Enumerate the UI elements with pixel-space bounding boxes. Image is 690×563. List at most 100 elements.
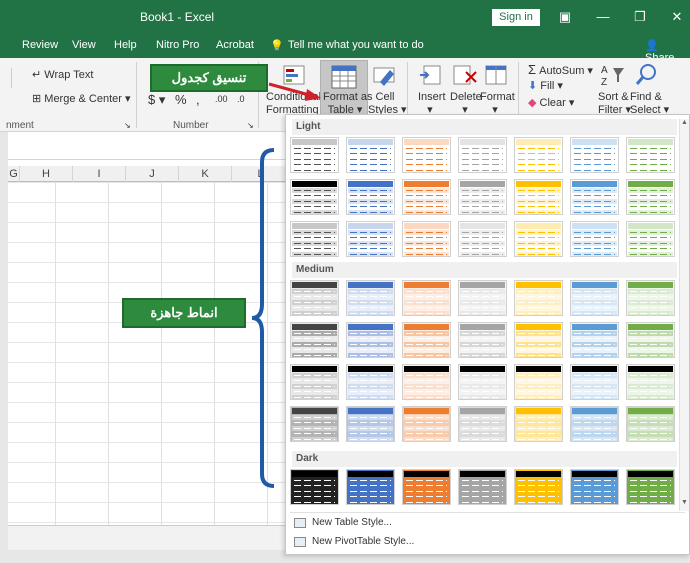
table-style-swatch[interactable] xyxy=(514,137,563,173)
table-style-swatch[interactable] xyxy=(626,364,675,400)
decrease-decimal-button[interactable]: .0 xyxy=(237,94,245,104)
tab-view[interactable]: View xyxy=(72,39,96,51)
table-style-swatch[interactable] xyxy=(458,137,507,173)
wrap-text-button[interactable]: ↵ Wrap Text xyxy=(32,68,93,81)
column-header[interactable]: J xyxy=(126,166,179,182)
table-style-swatch[interactable] xyxy=(626,137,675,173)
table-style-swatch[interactable] xyxy=(290,364,339,400)
table-style-swatch[interactable] xyxy=(458,221,507,257)
table-style-swatch[interactable] xyxy=(290,280,339,316)
table-style-swatch[interactable] xyxy=(514,322,563,358)
tell-me-search[interactable]: Tell me what you want to do xyxy=(288,39,424,51)
table-style-swatch[interactable] xyxy=(626,322,675,358)
table-style-swatch[interactable] xyxy=(570,364,619,400)
table-style-swatch[interactable] xyxy=(346,406,395,442)
sort-filter-button[interactable]: Sort & Filter ▾ xyxy=(598,91,631,116)
table-style-swatch[interactable] xyxy=(570,179,619,215)
table-style-swatch[interactable] xyxy=(402,280,451,316)
format-as-table-button[interactable]: Format as Table ▾ xyxy=(320,60,373,116)
gallery-scrollbar[interactable]: ▲ ▼ xyxy=(679,119,689,511)
percent-button[interactable]: % xyxy=(175,92,187,107)
find-select-button[interactable]: Find & Select ▾ xyxy=(630,91,669,116)
table-style-swatch[interactable] xyxy=(626,469,675,505)
close-icon[interactable]: ✕ xyxy=(668,8,686,26)
table-style-swatch[interactable] xyxy=(402,179,451,215)
new-pivot-style-item[interactable]: New PivotTable Style... xyxy=(294,533,414,551)
table-style-swatch[interactable] xyxy=(570,137,619,173)
table-style-swatch[interactable] xyxy=(402,137,451,173)
ribbon-display-icon[interactable]: ▣ xyxy=(556,8,574,26)
table-style-swatch[interactable] xyxy=(346,280,395,316)
table-style-swatch[interactable] xyxy=(290,221,339,257)
new-table-style-item[interactable]: New Table Style... xyxy=(294,514,392,532)
currency-button[interactable]: $ ▾ xyxy=(148,92,165,108)
table-style-swatch[interactable] xyxy=(346,137,395,173)
table-style-swatch[interactable] xyxy=(514,221,563,257)
insert-button[interactable]: Insert ▾ xyxy=(418,91,446,116)
dialog-launcher-icon[interactable]: ↘ xyxy=(124,121,131,130)
table-style-swatch[interactable] xyxy=(570,406,619,442)
number-dialog-launcher-icon[interactable]: ↘ xyxy=(247,121,254,130)
formula-bar[interactable] xyxy=(8,132,290,160)
table-style-swatch[interactable] xyxy=(570,469,619,505)
table-style-swatch[interactable] xyxy=(514,280,563,316)
comma-button[interactable]: , xyxy=(196,92,200,107)
fill-button[interactable]: ⬇ Fill ▾ xyxy=(528,79,563,92)
table-style-swatch[interactable] xyxy=(290,179,339,215)
increase-decimal-button[interactable]: .00 xyxy=(215,94,228,104)
table-style-swatch[interactable] xyxy=(514,469,563,505)
table-style-swatch[interactable] xyxy=(290,406,339,442)
table-style-swatch[interactable] xyxy=(346,179,395,215)
table-style-swatch[interactable] xyxy=(290,322,339,358)
table-style-swatch[interactable] xyxy=(514,179,563,215)
table-style-swatch[interactable] xyxy=(458,179,507,215)
merge-center-button[interactable]: ⊞ Merge & Center ▾ xyxy=(32,92,131,105)
scroll-down-icon[interactable]: ▼ xyxy=(681,499,688,506)
column-header[interactable]: K xyxy=(179,166,232,182)
sheet-scroll-bar[interactable] xyxy=(8,525,290,550)
table-style-swatch[interactable] xyxy=(402,364,451,400)
minimize-icon[interactable]: — xyxy=(594,8,612,26)
tab-review[interactable]: Review xyxy=(22,39,58,51)
column-header[interactable]: I xyxy=(73,166,126,182)
sign-in-button[interactable]: Sign in xyxy=(492,9,540,26)
table-style-swatch[interactable] xyxy=(346,322,395,358)
autosum-button[interactable]: Σ AutoSum ▾ xyxy=(528,62,593,77)
table-style-swatch[interactable] xyxy=(626,179,675,215)
tab-acrobat[interactable]: Acrobat xyxy=(216,39,254,51)
column-header[interactable]: H xyxy=(20,166,73,182)
restore-icon[interactable]: ❐ xyxy=(631,8,649,26)
table-style-swatch[interactable] xyxy=(514,364,563,400)
table-style-swatch[interactable] xyxy=(626,406,675,442)
table-style-swatch[interactable] xyxy=(346,364,395,400)
worksheet[interactable]: G H I J K L xyxy=(8,132,290,550)
table-style-swatch[interactable] xyxy=(626,221,675,257)
table-style-swatch[interactable] xyxy=(290,469,339,505)
table-style-swatch[interactable] xyxy=(458,364,507,400)
scroll-up-icon[interactable]: ▲ xyxy=(681,119,688,126)
clear-button[interactable]: ◆ Clear ▾ xyxy=(528,96,574,109)
table-style-swatch[interactable] xyxy=(402,469,451,505)
table-style-swatch[interactable] xyxy=(570,221,619,257)
table-style-swatch[interactable] xyxy=(570,322,619,358)
table-style-swatch[interactable] xyxy=(458,322,507,358)
table-style-swatch[interactable] xyxy=(402,221,451,257)
tab-nitro-pro[interactable]: Nitro Pro xyxy=(156,39,199,51)
table-style-swatch[interactable] xyxy=(346,469,395,505)
delete-button[interactable]: Delete ▾ xyxy=(450,91,482,116)
cell-grid[interactable] xyxy=(8,182,290,550)
table-style-swatch[interactable] xyxy=(402,322,451,358)
table-style-swatch[interactable] xyxy=(514,406,563,442)
table-style-swatch[interactable] xyxy=(458,406,507,442)
tab-help[interactable]: Help xyxy=(114,39,137,51)
table-style-swatch[interactable] xyxy=(458,280,507,316)
table-style-swatch[interactable] xyxy=(570,280,619,316)
cell-styles-button[interactable]: Cell Styles ▾ xyxy=(368,91,407,116)
table-style-swatch[interactable] xyxy=(626,280,675,316)
column-header[interactable]: G xyxy=(8,166,20,182)
table-style-swatch[interactable] xyxy=(458,469,507,505)
format-button[interactable]: Format ▾ xyxy=(480,91,515,116)
table-style-swatch[interactable] xyxy=(402,406,451,442)
table-style-swatch[interactable] xyxy=(290,137,339,173)
table-style-swatch[interactable] xyxy=(346,221,395,257)
